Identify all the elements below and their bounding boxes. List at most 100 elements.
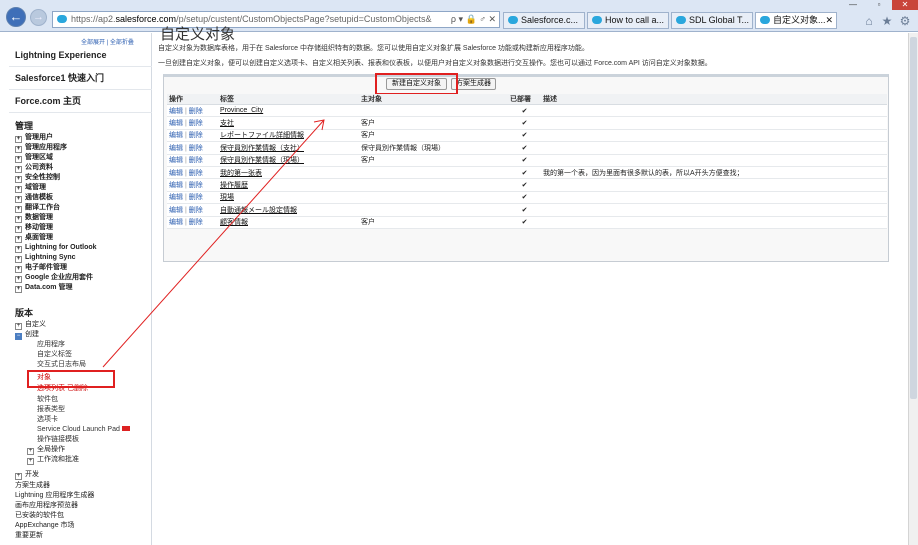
delete-link[interactable]: 删除 — [189, 132, 203, 139]
maximize-icon[interactable]: ▫ — [866, 0, 892, 10]
sidebar-admin-item[interactable]: + Lightning for Outlook — [15, 243, 97, 253]
delete-link[interactable]: 删除 — [189, 182, 203, 189]
sidebar-item-customize[interactable]: + 自定义 — [15, 320, 46, 330]
expand-plus-icon[interactable]: + — [15, 176, 22, 183]
edit-link[interactable]: 编辑 — [169, 182, 183, 189]
object-label-link[interactable]: Province_City — [220, 107, 263, 114]
expand-plus-icon[interactable]: + — [15, 246, 22, 253]
expand-plus-icon[interactable]: + — [15, 323, 22, 330]
sidebar-sub-action-link-templates[interactable]: 操作链接模板 — [37, 435, 79, 445]
sidebar-item-workflow[interactable]: + 工作流和批准 — [27, 455, 79, 465]
sidebar-lightning-experience[interactable]: Lightning Experience — [9, 44, 152, 67]
sidebar-sub-launch-pad[interactable]: Service Cloud Launch Pad — [37, 425, 130, 435]
object-label-link[interactable]: 保守員別作業情報（現場） — [220, 157, 304, 164]
sidebar-salesforce1[interactable]: Salesforce1 快速入门 — [9, 67, 152, 90]
browser-tab-active[interactable]: 自定义对象... ✕ — [755, 12, 837, 29]
edit-link[interactable]: 编辑 — [169, 120, 183, 127]
expand-plus-icon[interactable]: + — [15, 266, 22, 273]
expand-plus-icon[interactable]: + — [27, 448, 34, 455]
back-arrow-icon[interactable]: ← — [6, 7, 26, 27]
sidebar-admin-item[interactable]: + 数据管理 — [15, 213, 53, 223]
sidebar-admin-item[interactable]: + 安全性控制 — [15, 173, 60, 183]
sidebar-admin-item[interactable]: + 通信模板 — [15, 193, 53, 203]
sidebar-force-com-home[interactable]: Force.com 主页 — [9, 90, 152, 113]
expand-plus-icon[interactable]: + — [15, 136, 22, 143]
sidebar-sub-packages[interactable]: 软件包 — [37, 395, 58, 405]
edit-link[interactable]: 编辑 — [169, 170, 183, 177]
browser-tab-2[interactable]: How to call a... — [587, 12, 669, 29]
sidebar-admin-item[interactable]: + 公司资料 — [15, 163, 53, 173]
edit-link[interactable]: 编辑 — [169, 108, 183, 115]
edit-link[interactable]: 编辑 — [169, 219, 183, 226]
object-label-link[interactable]: 顧客情報 — [220, 219, 248, 226]
sidebar-admin-item[interactable]: + 管理应用程序 — [15, 143, 67, 153]
sidebar-sub-report-types[interactable]: 报表类型 — [37, 405, 65, 415]
delete-link[interactable]: 删除 — [189, 108, 203, 115]
vertical-scrollbar[interactable] — [908, 33, 918, 545]
expand-plus-icon[interactable]: + — [15, 256, 22, 263]
expand-plus-icon[interactable]: + — [15, 236, 22, 243]
sidebar-admin-item[interactable]: + Google 企业应用套件 — [15, 273, 93, 283]
object-label-link[interactable]: 支社 — [220, 120, 234, 127]
column-header-label[interactable]: 标签 — [218, 94, 359, 105]
object-label-link[interactable]: 自動通報メール設定情報 — [220, 207, 297, 214]
object-label-link[interactable]: 保守員別作業情報（支社） — [220, 145, 304, 152]
forward-arrow-icon[interactable]: → — [30, 9, 47, 26]
delete-link[interactable]: 删除 — [189, 207, 203, 214]
expand-plus-icon[interactable]: + — [15, 216, 22, 223]
window-close-icon[interactable]: ✕ — [892, 0, 918, 10]
edit-link[interactable]: 编辑 — [169, 194, 183, 201]
address-bar-icons[interactable]: ρ ▾ 🔒 ♂ ✕ — [451, 12, 496, 27]
object-label-link[interactable]: 我的第一张表 — [220, 170, 262, 177]
sidebar-bottom-item[interactable]: Lightning 应用程序生成器 — [15, 491, 94, 501]
sidebar-admin-item[interactable]: + 移动管理 — [15, 223, 53, 233]
sidebar-admin-item[interactable]: + Lightning Sync — [15, 253, 76, 263]
scrollbar-thumb[interactable] — [910, 37, 917, 399]
sidebar-sub-apps[interactable]: 应用程序 — [37, 340, 65, 350]
sidebar-bottom-item[interactable]: 重要更新 — [15, 531, 43, 541]
sidebar-admin-item[interactable]: + 翻译工作台 — [15, 203, 60, 213]
expand-plus-icon[interactable]: + — [15, 196, 22, 203]
sidebar-item-create[interactable]: − 创建 — [15, 330, 39, 340]
expand-plus-icon[interactable]: + — [15, 286, 22, 293]
home-icon[interactable]: ⌂ — [862, 14, 876, 28]
edit-link[interactable]: 编辑 — [169, 207, 183, 214]
edit-link[interactable]: 编辑 — [169, 132, 183, 139]
edit-link[interactable]: 编辑 — [169, 157, 183, 164]
expand-plus-icon[interactable]: + — [15, 206, 22, 213]
expand-plus-icon[interactable]: + — [15, 146, 22, 153]
edit-link[interactable]: 编辑 — [169, 145, 183, 152]
favorites-star-icon[interactable]: ★ — [880, 14, 894, 28]
sidebar-bottom-item[interactable]: 已安装的软件包 — [15, 511, 64, 521]
object-label-link[interactable]: 操作履歴 — [220, 182, 248, 189]
expand-plus-icon[interactable]: + — [15, 166, 22, 173]
sidebar-item-global-actions[interactable]: + 全局操作 — [27, 445, 65, 455]
sidebar-admin-item[interactable]: + 域管理 — [15, 183, 46, 193]
sidebar-bottom-item[interactable]: AppExchange 市场 — [15, 521, 75, 531]
sidebar-admin-item[interactable]: + 电子邮件管理 — [15, 263, 67, 273]
expand-plus-icon[interactable]: + — [27, 458, 34, 465]
delete-link[interactable]: 删除 — [189, 170, 203, 177]
object-label-link[interactable]: レポートファイル詳細情報 — [220, 132, 304, 139]
delete-link[interactable]: 删除 — [189, 157, 203, 164]
expand-plus-icon[interactable]: + — [15, 156, 22, 163]
sidebar-bottom-item[interactable]: 方案生成器 — [15, 481, 50, 491]
sidebar-admin-item[interactable]: + 管理用户 — [15, 133, 53, 143]
delete-link[interactable]: 删除 — [189, 219, 203, 226]
browser-tab-3[interactable]: SDL Global T... — [671, 12, 753, 29]
delete-link[interactable]: 删除 — [189, 194, 203, 201]
collapse-minus-icon[interactable]: − — [15, 333, 22, 340]
expand-plus-icon[interactable]: + — [15, 226, 22, 233]
object-label-link[interactable]: 現場 — [220, 194, 234, 201]
sidebar-sub-tabs[interactable]: 选项卡 — [37, 415, 58, 425]
delete-link[interactable]: 删除 — [189, 145, 203, 152]
tab-close-icon[interactable]: ✕ — [825, 13, 833, 28]
expand-plus-icon[interactable]: + — [15, 186, 22, 193]
expand-plus-icon[interactable]: + — [15, 276, 22, 283]
delete-link[interactable]: 删除 — [189, 120, 203, 127]
sidebar-sub-interaction-log[interactable]: 交互式日志布局 — [37, 360, 86, 370]
settings-gear-icon[interactable]: ⚙ — [898, 14, 912, 28]
expand-plus-icon[interactable]: + — [15, 473, 22, 480]
sidebar-bottom-item[interactable]: 画布应用程序预览器 — [15, 501, 78, 511]
browser-tab-1[interactable]: Salesforce.c... — [503, 12, 585, 29]
